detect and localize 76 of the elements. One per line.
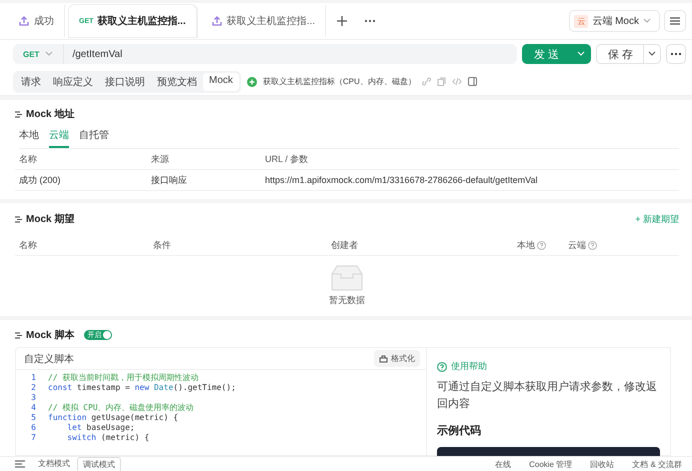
column-header: 名称 (19, 152, 38, 166)
sub-tab[interactable]: Mock (203, 72, 239, 90)
status-item[interactable]: 文档 & 交流群 (632, 458, 682, 470)
section-title: Mock 脚本 (26, 328, 74, 342)
help-icon (588, 240, 597, 250)
caret-icon (648, 51, 656, 57)
column-header: 本地 (517, 238, 535, 252)
address-tab[interactable]: 云端 (49, 126, 69, 148)
empty-text: 暂无数据 (329, 294, 365, 307)
code-line: // 获取当前时间戳，用于模拟周期性波动 (48, 373, 198, 383)
code-line: const timestamp = new Date().getTime(); (48, 383, 236, 393)
column-header: 条件 (153, 238, 171, 252)
section-title: Mock 地址 (26, 108, 74, 121)
url-field[interactable]: GET /getItemVal (13, 44, 517, 64)
request-tab[interactable]: 成功 (8, 5, 65, 37)
line-number: 1 (30, 373, 36, 383)
code-line: // 模拟 CPU、内存、磁盘使用率的波动 (48, 403, 194, 413)
column-header: URL / 参数 (265, 152, 308, 166)
caret-icon (576, 51, 585, 57)
sub-tab[interactable]: 响应定义 (47, 72, 99, 90)
more-button[interactable] (666, 44, 686, 64)
request-tab[interactable]: 获取义主机监控指... (200, 5, 326, 37)
plus-circle-icon (246, 76, 257, 86)
sub-tab[interactable]: 请求 (15, 72, 47, 90)
code-line: function getUsage(metric) { (48, 413, 178, 423)
section-title: Mock 期望 (26, 212, 74, 226)
list-icon (15, 110, 22, 118)
more-icon (670, 52, 682, 56)
column-header: 来源 (151, 152, 170, 166)
menu-button[interactable] (664, 10, 686, 32)
address-tab[interactable]: 本地 (19, 126, 39, 148)
code-line: let baseUsage; (66, 423, 135, 433)
caret-icon (45, 51, 54, 57)
empty-box-icon (331, 265, 363, 291)
help-icon (437, 362, 447, 372)
environment-select[interactable]: 云 云端 Mock (569, 10, 660, 32)
format-button[interactable]: 格式化 (374, 350, 420, 367)
column-header: 云端 (568, 238, 586, 252)
help-icon (537, 240, 546, 250)
line-number: 2 (30, 383, 36, 393)
line-number: 3 (30, 393, 36, 403)
api-title: 获取义主机监控指标（CPU、内存、磁盘） (262, 76, 416, 87)
mode-tab[interactable]: 文档模式 (33, 457, 75, 471)
line-number: 7 (30, 433, 36, 443)
table-cell-text: 接口响应 (151, 174, 188, 186)
table-cell: https://m1.apifoxmock.com/m1/3316678-2786266-default/getItemVal (265, 175, 538, 185)
editor-title: 自定义脚本 (24, 352, 74, 366)
column-header: 名称 (19, 238, 37, 252)
column-header: 创建者 (331, 238, 358, 252)
upload-icon (18, 15, 30, 27)
list-icon (15, 332, 22, 338)
example-title: 示例代码 (437, 424, 482, 438)
sub-tab[interactable]: 预览文档 (151, 72, 203, 90)
line-number: 6 (30, 423, 36, 433)
status-item[interactable]: 回收站 (590, 458, 614, 470)
status-item[interactable]: 在线 (495, 458, 512, 470)
status-item[interactable]: Cookie 管理 (529, 458, 572, 470)
panel-icon[interactable] (468, 77, 477, 86)
help-text: 可通过自定义脚本获取用户请求参数，修改返回内容 (437, 380, 658, 412)
new-expectation-link[interactable]: + 新建期望 (635, 212, 679, 226)
mode-tab[interactable]: 调试模式 (77, 457, 121, 471)
table-cell-text: 成功 (200) (19, 174, 62, 186)
menu-icon (670, 17, 680, 25)
upload-icon (210, 15, 223, 27)
sidebar-icon[interactable] (15, 460, 25, 468)
line-number: 5 (30, 413, 36, 423)
add-icon[interactable] (336, 15, 348, 27)
sub-tab[interactable]: 接口说明 (99, 72, 151, 90)
caret-icon (643, 18, 651, 24)
address-tab[interactable]: 自托管 (79, 126, 109, 148)
save-button[interactable]: 保 存 (596, 44, 661, 64)
list-icon (15, 216, 22, 222)
line-number: 4 (30, 403, 36, 413)
format-icon (379, 354, 388, 362)
code-line: switch (metric) { (66, 433, 150, 443)
more-icon[interactable] (364, 19, 376, 23)
